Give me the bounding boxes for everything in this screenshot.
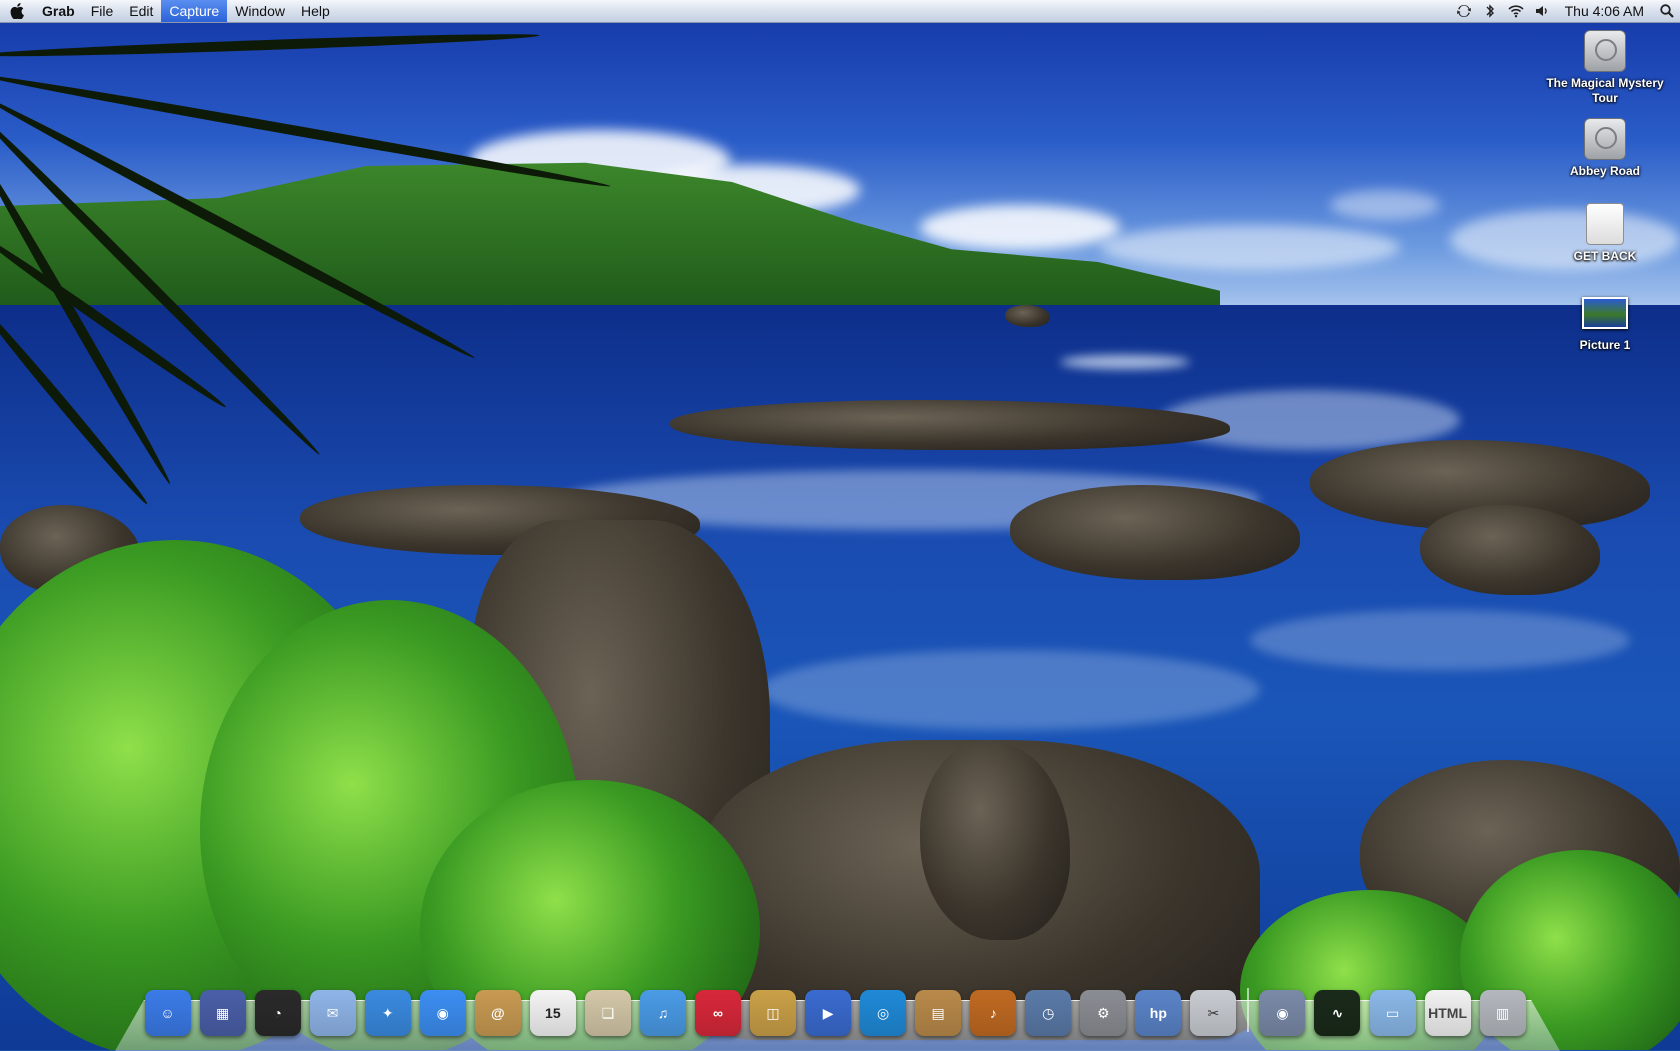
- desktop-icon-label: Abbey Road: [1569, 164, 1640, 178]
- activity-monitor-icon-glyph: ∿: [1314, 990, 1361, 1036]
- dashboard-icon[interactable]: ◔: [252, 986, 303, 1040]
- wallpaper-rock: [1005, 305, 1050, 327]
- grab-icon[interactable]: ✂: [1188, 986, 1239, 1040]
- mail-icon-glyph: ✉: [309, 990, 356, 1036]
- finder-icon[interactable]: ☺: [142, 986, 193, 1040]
- imovie-icon[interactable]: ▶: [802, 986, 853, 1040]
- activity-monitor-icon[interactable]: ∿: [1312, 986, 1363, 1040]
- external-disk-icon: [1580, 199, 1630, 249]
- wallpaper-wave: [1060, 355, 1190, 369]
- trash-icon[interactable]: ▥: [1477, 986, 1528, 1040]
- wallpaper-cloud: [1100, 225, 1400, 270]
- system-preferences-icon[interactable]: ⚙: [1078, 986, 1129, 1040]
- applications-folder-icon-glyph: ▭: [1369, 990, 1416, 1036]
- desktop-icon-magical-mystery-tour[interactable]: The Magical Mystery Tour: [1530, 26, 1680, 106]
- apple-menu-icon[interactable]: [0, 3, 34, 19]
- dock: ☺ ▦ ◔ ✉ ✦ ◉ @15 ❏ ♫ ∞ ◫ ▶ ◎ ▤ ♪ ◷ ⚙ hp ✂ ◉ ∿ ▭ HTML ▥: [140, 980, 1530, 1040]
- ical-icon-glyph: 15: [529, 990, 576, 1036]
- hard-disk-icon: [1580, 26, 1630, 76]
- hp-printer-icon-glyph: hp: [1135, 990, 1182, 1036]
- menu-file[interactable]: File: [83, 0, 122, 22]
- mail-icon[interactable]: ✉: [307, 986, 358, 1040]
- time-machine-icon[interactable]: ◷: [1023, 986, 1074, 1040]
- desktop-icon-abbey-road[interactable]: Abbey Road: [1530, 114, 1680, 179]
- system-preferences-icon-glyph: ⚙: [1080, 990, 1127, 1036]
- idvd-icon[interactable]: ◎: [857, 986, 908, 1040]
- iweb-icon-glyph: ▤: [915, 990, 962, 1036]
- finder-icon-glyph: ☺: [144, 990, 191, 1036]
- volume-icon[interactable]: [1529, 0, 1555, 22]
- desktop-icon-column: The Magical Mystery Tour Abbey Road GET …: [1530, 26, 1680, 359]
- dock-separator: [1246, 988, 1249, 1032]
- spotlight-icon[interactable]: [1654, 0, 1680, 22]
- ical-icon[interactable]: 15: [527, 986, 578, 1040]
- desktop-icon-label: The Magical Mystery Tour: [1546, 76, 1664, 105]
- safari-icon[interactable]: ✦: [362, 986, 413, 1040]
- wallpaper-wave: [1250, 610, 1630, 670]
- bluetooth-icon[interactable]: [1477, 0, 1503, 22]
- time-machine-icon-glyph: ◷: [1025, 990, 1072, 1036]
- menu-edit[interactable]: Edit: [121, 0, 161, 22]
- wallpaper-cloud: [1330, 190, 1440, 220]
- imovie-icon-glyph: ▶: [805, 990, 852, 1036]
- desktop-icon-picture-1[interactable]: Picture 1: [1530, 288, 1680, 353]
- spaces-icon[interactable]: ▦: [197, 986, 248, 1040]
- iphoto-icon-glyph: ◫: [750, 990, 797, 1036]
- desktop-wallpaper: [0, 0, 1680, 1050]
- preview-icon[interactable]: ❏: [582, 986, 633, 1040]
- idvd-icon-glyph: ◎: [860, 990, 907, 1036]
- hard-disk-icon: [1580, 114, 1630, 164]
- network-utility-icon[interactable]: ◉: [1257, 986, 1308, 1040]
- menu-app-name[interactable]: Grab: [34, 0, 83, 22]
- desktop-icon-label: GET BACK: [1573, 249, 1637, 263]
- sync-icon[interactable]: [1451, 0, 1477, 22]
- network-utility-icon-glyph: ◉: [1259, 990, 1306, 1036]
- desktop-icon-get-back[interactable]: GET BACK: [1530, 199, 1680, 264]
- address-book-icon[interactable]: @: [472, 986, 523, 1040]
- menu-bar: Grab File Edit Capture Window Help Thu 4…: [0, 0, 1680, 23]
- spaces-icon-glyph: ▦: [199, 990, 246, 1036]
- lastfm-icon[interactable]: ∞: [692, 986, 743, 1040]
- grab-icon-glyph: ✂: [1190, 990, 1237, 1036]
- html-document-icon-glyph: HTML: [1424, 990, 1471, 1036]
- ichat-icon[interactable]: ◉: [417, 986, 468, 1040]
- itunes-icon-glyph: ♫: [639, 990, 686, 1036]
- html-document-icon[interactable]: HTML: [1422, 986, 1473, 1040]
- iweb-icon[interactable]: ▤: [912, 986, 963, 1040]
- trash-icon-glyph: ▥: [1479, 990, 1526, 1036]
- wifi-icon[interactable]: [1503, 0, 1529, 22]
- image-file-icon: [1580, 288, 1630, 338]
- menu-clock[interactable]: Thu 4:06 AM: [1555, 3, 1654, 19]
- menu-capture[interactable]: Capture: [161, 0, 228, 22]
- garageband-icon-glyph: ♪: [970, 990, 1017, 1036]
- dashboard-icon-glyph: ◔: [254, 990, 301, 1036]
- ichat-icon-glyph: ◉: [419, 990, 466, 1036]
- applications-folder-icon[interactable]: ▭: [1367, 986, 1418, 1040]
- lastfm-icon-glyph: ∞: [694, 990, 741, 1036]
- hp-printer-icon[interactable]: hp: [1133, 986, 1184, 1040]
- iphoto-icon[interactable]: ◫: [747, 986, 798, 1040]
- wallpaper-cloud: [920, 205, 1120, 250]
- wallpaper-wave: [760, 650, 1260, 730]
- safari-icon-glyph: ✦: [364, 990, 411, 1036]
- desktop-icon-label: Picture 1: [1579, 338, 1631, 352]
- menu-window[interactable]: Window: [227, 0, 293, 22]
- preview-icon-glyph: ❏: [584, 990, 631, 1036]
- garageband-icon[interactable]: ♪: [968, 986, 1019, 1040]
- itunes-icon[interactable]: ♫: [637, 986, 688, 1040]
- address-book-icon-glyph: @: [474, 990, 521, 1036]
- menu-help[interactable]: Help: [293, 0, 338, 22]
